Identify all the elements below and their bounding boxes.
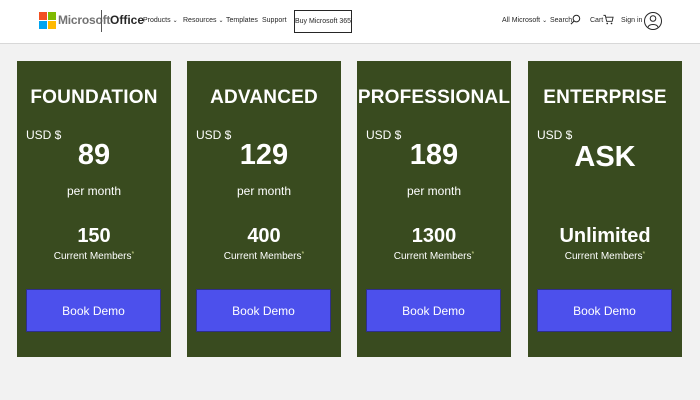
members-label-text: Current Members bbox=[223, 251, 302, 262]
asterisk: * bbox=[642, 251, 646, 258]
plan-members-label: Current Members* bbox=[357, 251, 511, 262]
asterisk: * bbox=[471, 251, 475, 258]
nav-products-label: Products bbox=[143, 17, 171, 24]
asterisk: * bbox=[301, 251, 305, 258]
chevron-down-icon: ⌄ bbox=[172, 18, 178, 24]
cart-label[interactable]: Cart bbox=[590, 17, 603, 24]
nav-resources-label: Resources bbox=[183, 17, 217, 24]
header-divider bbox=[101, 10, 102, 32]
plan-name: FOUNDATION bbox=[30, 87, 158, 108]
nav-products[interactable]: Products ⌄ bbox=[143, 17, 178, 24]
plan-card-foundation: FOUNDATION USD $ 89 per month 150 Curren… bbox=[17, 61, 171, 357]
plan-name: ADVANCED bbox=[210, 87, 318, 108]
plan-period: per month bbox=[236, 184, 292, 198]
book-demo-button[interactable]: Book Demo bbox=[196, 289, 331, 332]
plan-period: per month bbox=[66, 184, 122, 198]
search-label[interactable]: Search bbox=[550, 17, 572, 24]
plan-members-count: 1300 bbox=[411, 225, 457, 247]
plan-period: per month bbox=[406, 184, 462, 198]
plan-price: 129 bbox=[239, 139, 289, 171]
search-icon[interactable] bbox=[570, 14, 581, 25]
sign-in-link[interactable]: Sign in bbox=[621, 17, 642, 24]
asterisk: * bbox=[131, 251, 135, 258]
nav-resources[interactable]: Resources ⌄ bbox=[183, 17, 224, 24]
all-microsoft-menu[interactable]: All Microsoft ⌄ bbox=[502, 17, 547, 24]
site-header: Microsoft Office Products ⌄ Resources ⌄ Te… bbox=[0, 0, 700, 44]
plan-price: 189 bbox=[409, 139, 459, 171]
plan-card-advanced: ADVANCED USD $ 129 per month 400 Current… bbox=[187, 61, 341, 357]
book-demo-button[interactable]: Book Demo bbox=[537, 289, 672, 332]
members-label-text: Current Members bbox=[564, 251, 643, 262]
plan-card-professional: PROFESSIONAL USD $ 189 per month 1300 Cu… bbox=[357, 61, 511, 357]
members-label-text: Current Members bbox=[393, 251, 472, 262]
plan-currency: USD $ bbox=[537, 128, 573, 142]
plan-price: ASK bbox=[574, 141, 636, 173]
plan-members-count: 400 bbox=[247, 225, 281, 247]
cart-icon[interactable] bbox=[603, 14, 614, 25]
plan-price: 89 bbox=[77, 139, 111, 171]
plan-members-label: Current Members* bbox=[528, 251, 682, 262]
microsoft-brand-text[interactable]: Microsoft bbox=[58, 13, 110, 27]
plan-card-enterprise: ENTERPRISE USD $ ASK Unlimited Current M… bbox=[528, 61, 682, 357]
plan-members-count: Unlimited bbox=[559, 225, 651, 247]
all-microsoft-label: All Microsoft bbox=[502, 17, 541, 24]
book-demo-button[interactable]: Book Demo bbox=[26, 289, 161, 332]
chevron-down-icon: ⌄ bbox=[542, 18, 548, 24]
avatar-icon[interactable] bbox=[643, 9, 663, 33]
plan-members-label: Current Members* bbox=[187, 251, 341, 262]
book-demo-button[interactable]: Book Demo bbox=[366, 289, 501, 332]
microsoft-logo-icon[interactable] bbox=[39, 12, 56, 29]
plan-name: ENTERPRISE bbox=[543, 87, 667, 108]
office-product-link[interactable]: Office bbox=[110, 13, 144, 27]
plan-members-count: 150 bbox=[77, 225, 111, 247]
members-label-text: Current Members bbox=[53, 251, 132, 262]
nav-support[interactable]: Support bbox=[262, 17, 287, 24]
chevron-down-icon: ⌄ bbox=[218, 18, 224, 24]
plan-members-label: Current Members* bbox=[17, 251, 171, 262]
plan-name: PROFESSIONAL bbox=[357, 87, 511, 108]
nav-templates[interactable]: Templates bbox=[226, 17, 258, 24]
buy-microsoft-365-button[interactable]: Buy Microsoft 365 bbox=[294, 10, 352, 33]
